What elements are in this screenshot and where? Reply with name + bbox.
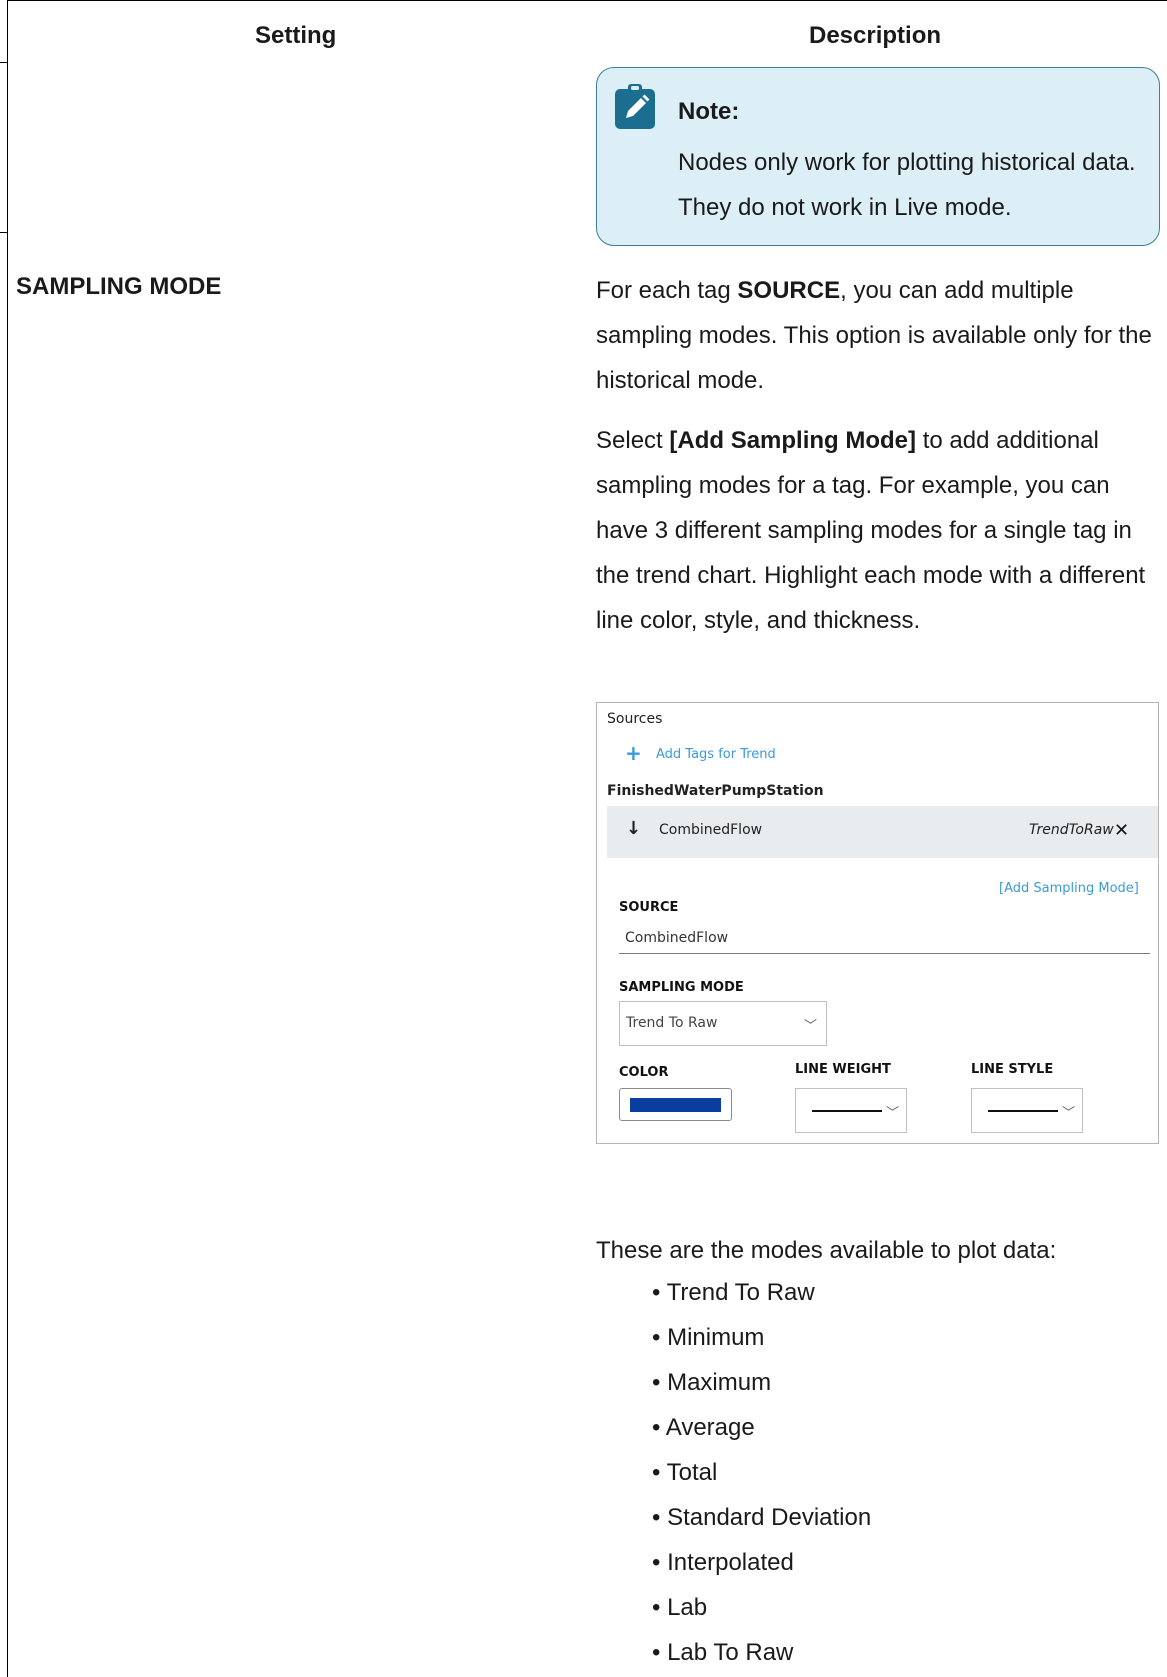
paragraph-text: For each tag <box>596 277 738 304</box>
note-callout: Note: Nodes only work for plotting histo… <box>596 67 1160 246</box>
emphasis-source: SOURCE <box>737 277 841 304</box>
color-picker-button[interactable] <box>619 1088 732 1121</box>
column-header-setting: Setting <box>255 22 337 49</box>
emphasis-add-sampling-mode: [Add Sampling Mode] <box>669 427 917 454</box>
paragraph-text: to add additional sampling modes for a t… <box>596 427 1146 634</box>
add-tags-link[interactable]: Add Tags for Trend <box>656 747 776 762</box>
row-divider <box>0 62 7 63</box>
chevron-down-icon: ﹀ <box>804 1019 818 1034</box>
note-title: Note: <box>678 98 740 125</box>
line-weight-select[interactable]: ﹀ <box>795 1088 907 1133</box>
list-item: Lab <box>652 1585 871 1630</box>
paragraph-text: Select <box>596 427 670 454</box>
chevron-down-icon: ﹀ <box>1062 1106 1076 1121</box>
color-swatch <box>630 1098 721 1112</box>
plus-icon[interactable]: + <box>625 741 642 765</box>
tag-name: CombinedFlow <box>659 822 763 838</box>
source-input[interactable]: CombinedFlow <box>625 930 728 946</box>
description-paragraph: Select [Add Sampling Mode] to add additi… <box>596 418 1166 643</box>
tag-row[interactable]: ↓ CombinedFlow TrendToRaw ✕ <box>607 806 1158 858</box>
list-item: Standard Deviation <box>652 1495 871 1540</box>
list-item: Minimum <box>652 1315 871 1360</box>
source-label: SOURCE <box>619 900 679 915</box>
line-weight-label: LINE WEIGHT <box>795 1062 891 1077</box>
line-style-preview <box>988 1110 1058 1112</box>
table-top-border <box>7 0 1167 1</box>
sampling-modes-list: Trend To Raw Minimum Maximum Average Tot… <box>652 1270 871 1675</box>
note-text: Nodes only work for plotting historical … <box>678 149 1136 221</box>
arrow-down-icon[interactable]: ↓ <box>626 818 641 839</box>
list-item: Total <box>652 1450 871 1495</box>
column-header-description: Description <box>809 22 942 49</box>
list-item: Interpolated <box>652 1540 871 1585</box>
chevron-down-icon: ﹀ <box>886 1106 900 1121</box>
color-label: COLOR <box>619 1065 669 1080</box>
description-paragraph: For each tag SOURCE, you can add multipl… <box>596 268 1166 403</box>
sampling-mode-screenshot: Sources + Add Tags for Trend FinishedWat… <box>596 702 1159 1144</box>
close-icon[interactable]: ✕ <box>1114 820 1129 841</box>
line-style-label: LINE STYLE <box>971 1062 1054 1077</box>
line-style-select[interactable]: ﹀ <box>971 1088 1083 1133</box>
list-item: Trend To Raw <box>652 1270 871 1315</box>
sampling-mode-select[interactable]: Trend To Raw ﹀ <box>619 1001 827 1046</box>
line-weight-preview <box>812 1110 882 1112</box>
clipboard-pencil-icon <box>613 83 657 131</box>
station-name: FinishedWaterPumpStation <box>607 783 824 799</box>
tag-sampling-mode: TrendToRaw <box>1029 822 1114 838</box>
list-item: Lab To Raw <box>652 1630 871 1675</box>
add-sampling-mode-link[interactable]: [Add Sampling Mode] <box>999 881 1139 896</box>
list-item: Average <box>652 1405 871 1450</box>
list-item: Maximum <box>652 1360 871 1405</box>
sampling-mode-label: SAMPLING MODE <box>619 980 744 995</box>
source-input-underline <box>619 953 1150 954</box>
sampling-mode-value: Trend To Raw <box>626 1015 718 1031</box>
sources-heading: Sources <box>607 711 663 727</box>
row-divider <box>0 232 7 233</box>
setting-name: SAMPLING MODE <box>16 273 222 300</box>
table-left-border <box>7 0 8 1677</box>
modes-intro: These are the modes available to plot da… <box>596 1237 1057 1264</box>
